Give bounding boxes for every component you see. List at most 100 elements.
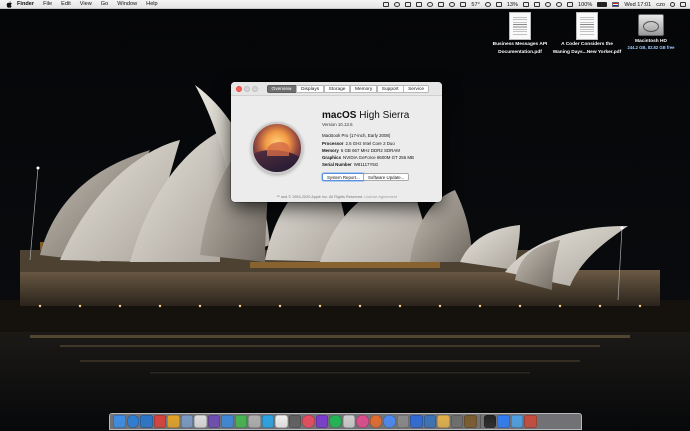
desktop-file-business-messages[interactable]: Business Messages API Documentation.pdf xyxy=(485,12,555,56)
menu-edit[interactable]: Edit xyxy=(61,0,71,9)
finder-icon[interactable] xyxy=(113,415,126,428)
temperature-readout[interactable]: 57° xyxy=(471,2,479,8)
app-icon[interactable] xyxy=(423,415,436,428)
clock-status-icon[interactable] xyxy=(449,2,456,7)
tab-service[interactable]: Service xyxy=(403,85,430,93)
app-icon[interactable] xyxy=(248,415,261,428)
tab-bar: Overview Displays Storage Memory Support… xyxy=(266,85,430,93)
itunes-icon[interactable] xyxy=(356,415,369,428)
spec-value: NVIDIA GeForce 8600M GT 256 MB xyxy=(343,155,414,160)
dock xyxy=(109,413,582,430)
spec-key: Graphics xyxy=(322,155,342,160)
music-icon[interactable] xyxy=(302,415,315,428)
hard-drive-icon xyxy=(638,14,664,36)
app-icon[interactable] xyxy=(524,415,537,428)
app-icon[interactable] xyxy=(437,415,450,428)
menu-view[interactable]: View xyxy=(80,0,92,9)
viber-icon[interactable] xyxy=(207,415,220,428)
status-area: 57° 13% 100% Wed 17:01 czo xyxy=(383,0,686,9)
fan-icon[interactable] xyxy=(484,2,491,7)
desktop-drive-macintosh-hd[interactable]: Macintosh HD 244.2 GB, 82.82 GB free xyxy=(620,10,682,50)
system-report-button[interactable]: System Report... xyxy=(322,173,365,181)
drive-status-icon[interactable] xyxy=(460,2,467,7)
activity-icon[interactable] xyxy=(394,2,401,7)
dropbox-icon[interactable] xyxy=(383,2,390,7)
tab-support[interactable]: Support xyxy=(376,85,404,93)
skype-icon[interactable] xyxy=(261,415,274,428)
file-label-line1: Business Messages API xyxy=(492,42,548,47)
menu-finder[interactable]: Finder xyxy=(17,0,34,9)
tab-displays[interactable]: Displays xyxy=(296,85,325,93)
notification-center-icon[interactable] xyxy=(680,2,686,7)
app-icon[interactable] xyxy=(342,415,355,428)
menu-window[interactable]: Window xyxy=(117,0,137,9)
firefox-icon[interactable] xyxy=(369,415,382,428)
spec-key: Processor xyxy=(322,141,344,146)
preview-icon[interactable] xyxy=(180,415,193,428)
app-icon[interactable] xyxy=(497,415,510,428)
menu-go[interactable]: Go xyxy=(101,0,108,9)
spec-graphics: Graphics NVIDIA GeForce 8600M GT 256 MB xyxy=(322,155,414,160)
file-label-line1: A Coder Considers the xyxy=(561,42,613,47)
sync-icon[interactable] xyxy=(427,2,434,7)
screen-icon[interactable] xyxy=(416,2,423,7)
os-name: macOS High Sierra xyxy=(322,110,409,121)
bluetooth-icon[interactable] xyxy=(523,2,530,7)
clock[interactable]: Wed 17:01 xyxy=(624,2,651,8)
minimize-button[interactable] xyxy=(244,86,250,92)
spec-value: W81117Y5G xyxy=(353,162,379,167)
safari-icon[interactable] xyxy=(126,415,139,428)
apple-logo-icon[interactable] xyxy=(6,0,13,8)
sensor-icon[interactable] xyxy=(495,2,502,7)
evernote-icon[interactable] xyxy=(405,2,412,7)
software-update-button[interactable]: Software Update... xyxy=(363,173,410,181)
app-icon[interactable] xyxy=(510,415,523,428)
app-icon[interactable] xyxy=(221,415,234,428)
menu-help[interactable]: Help xyxy=(146,0,158,9)
app-icon[interactable] xyxy=(288,415,301,428)
spec-value: 2.6 GHz Intel Core 2 Duo xyxy=(345,141,395,146)
app-icon[interactable] xyxy=(153,415,166,428)
os-version: Version 10.13.6 xyxy=(322,122,353,127)
grid-icon[interactable] xyxy=(438,2,445,7)
timemachine-icon[interactable] xyxy=(567,2,574,7)
tab-storage[interactable]: Storage xyxy=(323,85,351,93)
menu-file[interactable]: File xyxy=(43,0,52,9)
spec-processor: Processor 2.6 GHz Intel Core 2 Duo xyxy=(322,141,395,146)
calendar-icon[interactable] xyxy=(275,415,288,428)
battery-icon[interactable] xyxy=(597,2,608,7)
macos-high-sierra-logo-icon xyxy=(251,122,303,174)
app-icon[interactable] xyxy=(315,415,328,428)
copyright-footer: ™ and © 1983-2020 Apple Inc. All Rights … xyxy=(231,195,442,199)
volume-icon[interactable] xyxy=(556,2,563,7)
input-source-flag-icon[interactable] xyxy=(612,2,620,7)
license-agreement-link[interactable]: License Agreement xyxy=(364,195,397,199)
trello-icon[interactable] xyxy=(140,415,153,428)
tab-overview[interactable]: Overview xyxy=(266,85,297,93)
tab-memory[interactable]: Memory xyxy=(349,85,378,93)
app-icon[interactable] xyxy=(464,415,477,428)
app-icon[interactable] xyxy=(450,415,463,428)
app-icon[interactable] xyxy=(194,415,207,428)
app-icon[interactable] xyxy=(396,415,409,428)
machine-model: MacBook Pro (17-inch, Early 2008) xyxy=(322,133,391,138)
pdf-document-icon xyxy=(509,12,531,40)
close-button[interactable] xyxy=(236,86,242,92)
battery-percent[interactable]: 100% xyxy=(578,2,592,8)
spotlight-icon[interactable] xyxy=(670,2,675,7)
photos-icon[interactable] xyxy=(167,415,180,428)
chrome-icon[interactable] xyxy=(383,415,396,428)
cpu-readout[interactable]: 13% xyxy=(507,2,518,8)
network-icon[interactable] xyxy=(534,2,541,7)
app-icon[interactable] xyxy=(410,415,423,428)
wifi-icon[interactable] xyxy=(545,2,552,7)
terminal-icon[interactable] xyxy=(483,415,496,428)
messages-icon[interactable] xyxy=(234,415,247,428)
window-titlebar[interactable]: Overview Displays Storage Memory Support… xyxy=(231,82,442,96)
os-name-rest: High Sierra xyxy=(356,110,410,121)
desktop-file-coder-considers[interactable]: A Coder Considers the Waning Days...New … xyxy=(552,12,622,56)
user-name[interactable]: czo xyxy=(656,2,665,8)
dock-separator xyxy=(479,415,481,428)
zoom-button[interactable] xyxy=(252,86,258,92)
spotify-icon[interactable] xyxy=(329,415,342,428)
